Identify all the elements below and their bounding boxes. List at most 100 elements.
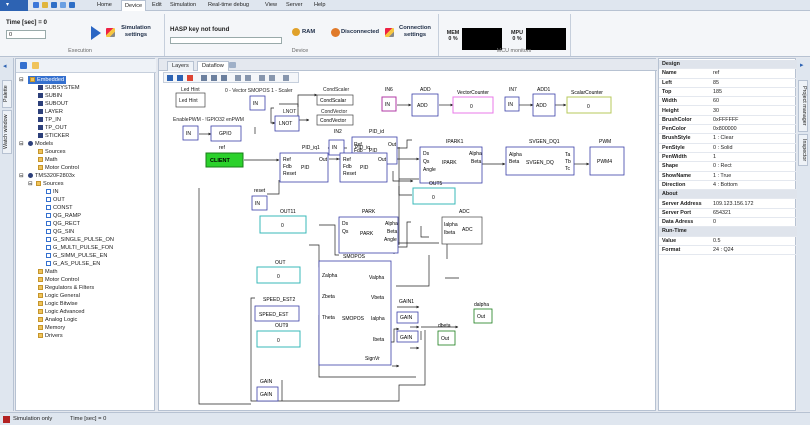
tree-item-sources[interactable]: Sources bbox=[36, 180, 64, 188]
scalar-counter-block[interactable]: ScalarCounter 0 bbox=[566, 90, 612, 114]
menu-edit[interactable]: Edit bbox=[149, 0, 165, 11]
cond-vector-block[interactable]: CondVector CondVector bbox=[316, 109, 354, 126]
tree-item[interactable]: Logic General bbox=[38, 292, 80, 300]
property-value[interactable]: 0x800000 bbox=[689, 125, 797, 134]
pointer-icon[interactable] bbox=[167, 75, 173, 81]
app-menu-button[interactable]: ▾ bbox=[0, 0, 28, 11]
property-row[interactable]: Shape 0 : Rect bbox=[659, 162, 797, 172]
tab-palette[interactable]: Palette bbox=[2, 80, 12, 108]
smopos-block[interactable]: SMOPOS Zalpha Zbeta Theta Valpha Vbeta I… bbox=[318, 254, 392, 366]
property-row[interactable]: Server Address 109.123.156.172 bbox=[659, 200, 797, 209]
dbeta-out-block[interactable]: dbeta Out bbox=[437, 323, 456, 346]
ref-client-block[interactable]: ref CLIENT bbox=[205, 145, 244, 168]
tree-item[interactable]: SUBIN bbox=[38, 92, 62, 100]
zoom-in-icon[interactable] bbox=[259, 75, 265, 81]
ram-button[interactable]: RAM bbox=[302, 29, 315, 36]
menu-home[interactable]: Home bbox=[94, 0, 115, 11]
tree-item[interactable]: Memory bbox=[38, 324, 65, 332]
property-row[interactable]: BrushStyle 1 : Clear bbox=[659, 134, 797, 144]
cut-icon[interactable] bbox=[201, 75, 207, 81]
tab-dataflow[interactable]: Dataflow bbox=[197, 61, 229, 71]
out11-block[interactable]: OUT11 0 bbox=[259, 209, 307, 234]
property-row[interactable]: PenStyle 0 : Solid bbox=[659, 144, 797, 153]
vector-counter-block[interactable]: VectorCounter 0 bbox=[452, 90, 494, 114]
property-value[interactable]: 185 bbox=[689, 88, 797, 97]
pwm-block[interactable]: PWM PWM4 bbox=[589, 139, 625, 176]
property-row[interactable]: Top 185 bbox=[659, 88, 797, 98]
property-value[interactable]: 0 bbox=[689, 218, 797, 227]
tree-item[interactable]: Motor Control bbox=[38, 276, 79, 284]
tree-item[interactable]: Regulators & Filters bbox=[38, 284, 94, 292]
save-icon[interactable] bbox=[33, 2, 39, 8]
svgen-block[interactable]: SVGEN_DQ1 Alpha Beta Ta Tb Tc SVGEN_DQ bbox=[505, 139, 575, 176]
gain-block[interactable]: GAIN GAIN bbox=[256, 379, 279, 402]
ipark1-block[interactable]: IPARK1 Ds Qs Angle Alpha Beta IPARK bbox=[419, 139, 483, 184]
tab-inspector[interactable]: Inspector bbox=[798, 134, 808, 166]
dalpha-out-block[interactable]: dalpha Out bbox=[473, 302, 493, 324]
property-row[interactable]: Format 24 : Q24 bbox=[659, 246, 797, 256]
add-block[interactable]: ADD ADD bbox=[411, 87, 439, 117]
tree-item[interactable]: TP_OUT bbox=[38, 124, 67, 132]
tree-item[interactable]: Math bbox=[38, 156, 57, 164]
connection-settings-button[interactable]: Connection settings bbox=[397, 25, 433, 38]
property-value[interactable]: 109.123.156.172 bbox=[689, 200, 797, 209]
zoom-out-icon[interactable] bbox=[269, 75, 275, 81]
property-value[interactable]: 1 : True bbox=[689, 172, 797, 181]
property-value[interactable]: 4 : Bottom bbox=[689, 181, 797, 190]
redo-icon[interactable] bbox=[245, 75, 251, 81]
collapse-arrow-icon[interactable]: ◂ bbox=[3, 62, 10, 70]
tree-item[interactable]: Analog Logic bbox=[38, 316, 77, 324]
back-icon[interactable] bbox=[20, 62, 27, 69]
property-row[interactable]: Server Port 654321 bbox=[659, 209, 797, 219]
tree-item[interactable]: Math bbox=[38, 268, 57, 276]
reset-in-block[interactable]: reset IN bbox=[251, 188, 268, 211]
property-row[interactable]: Name ref bbox=[659, 69, 797, 79]
enable-pwm-in-block[interactable]: IN bbox=[182, 125, 199, 141]
property-row[interactable]: ShowName 1 : True bbox=[659, 172, 797, 181]
arrow-up-icon[interactable] bbox=[69, 2, 75, 8]
tree-item[interactable]: SUBOUT bbox=[38, 100, 68, 108]
tree-item[interactable]: STICKER bbox=[38, 132, 69, 140]
tree-item[interactable]: IN bbox=[46, 188, 59, 196]
open-icon[interactable] bbox=[42, 2, 48, 8]
adc-block[interactable]: ADC Ialpha Ibeta ADC bbox=[441, 209, 483, 245]
in-block[interactable]: IN bbox=[249, 95, 266, 111]
tree-item-tms[interactable]: TMS320F2803x bbox=[28, 172, 75, 180]
tab-close-icon[interactable] bbox=[229, 62, 236, 68]
cond-scalar-block[interactable]: CondScaler CondScalar bbox=[316, 87, 354, 106]
disconnected-button[interactable]: Disconnected bbox=[341, 29, 379, 36]
property-row[interactable]: BrushColor 0xFFFFFF bbox=[659, 116, 797, 126]
tab-layers[interactable]: Layers bbox=[167, 61, 194, 71]
menu-help[interactable]: Help bbox=[311, 0, 329, 11]
property-value[interactable]: ref bbox=[689, 69, 797, 78]
delete-icon[interactable] bbox=[187, 75, 193, 81]
property-row[interactable]: Height 30 bbox=[659, 107, 797, 116]
out5-block[interactable]: OUT5 0 bbox=[412, 181, 456, 205]
menu-realtime-debug[interactable]: Real-time debug bbox=[205, 0, 252, 11]
property-value[interactable]: 654321 bbox=[689, 209, 797, 218]
tree-item-embedded[interactable]: Embedded bbox=[28, 76, 67, 84]
copy-icon[interactable] bbox=[211, 75, 217, 81]
property-row[interactable]: Width 60 bbox=[659, 97, 797, 107]
collapse-right-arrow-icon[interactable]: ▸ bbox=[800, 61, 807, 69]
tree-item[interactable]: SUBSYSTEM bbox=[38, 84, 80, 92]
tree-item[interactable]: LAYER bbox=[38, 108, 63, 116]
property-value[interactable]: 30 bbox=[689, 107, 797, 116]
tree-toggle-tms[interactable]: ⊟ bbox=[19, 172, 24, 180]
tree-item[interactable]: G_SINGLE_PULSE_ON bbox=[46, 236, 114, 244]
tree-toggle-sources[interactable]: ⊟ bbox=[28, 180, 33, 188]
property-value[interactable]: 85 bbox=[689, 79, 797, 88]
in2-block[interactable]: IN2 IN bbox=[328, 129, 345, 156]
tree-item[interactable]: G_MULTI_PULSE_FON bbox=[46, 244, 113, 252]
gain1-block[interactable]: GAIN1 GAIN bbox=[396, 299, 419, 324]
upload-icon[interactable] bbox=[60, 2, 66, 8]
tree-toggle-models[interactable]: ⊟ bbox=[19, 140, 24, 148]
property-value[interactable]: 0 : Rect bbox=[689, 162, 797, 171]
property-row[interactable]: Data Adress 0 bbox=[659, 218, 797, 228]
speed-est-block[interactable]: SPEED_EST2 SPEED_EST bbox=[254, 297, 300, 322]
tree-item[interactable]: G_AS_PULSE_EN bbox=[46, 260, 100, 268]
time-input[interactable]: 0 bbox=[6, 30, 46, 39]
tree-item[interactable]: Logic Bitwise bbox=[38, 300, 78, 308]
undo-icon[interactable] bbox=[235, 75, 241, 81]
led-hint-block[interactable]: Led Hint Led Hint bbox=[175, 87, 206, 108]
